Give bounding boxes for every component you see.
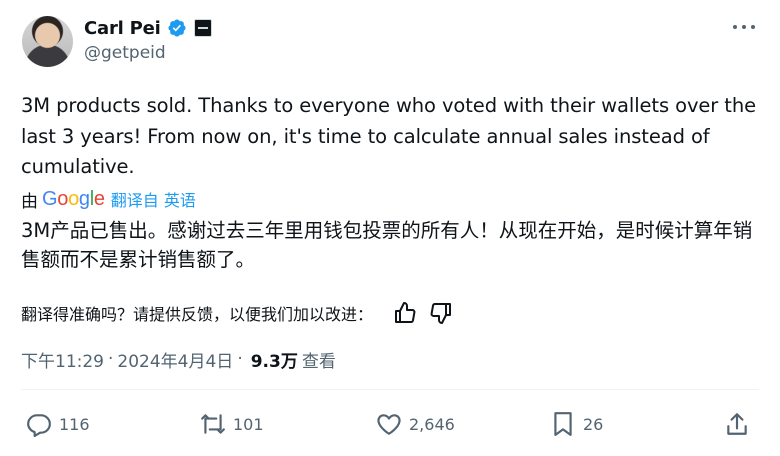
verified-badge-icon: [168, 19, 186, 37]
views-label: 查看: [301, 351, 336, 372]
bookmark-count: 26: [583, 414, 604, 434]
repost-button[interactable]: 101: [200, 405, 264, 443]
tweet-text: 3M products sold. Thanks to everyone who…: [21, 94, 757, 178]
translated-by: 由 Google 翻译自 英语: [21, 186, 196, 212]
reply-count: 116: [59, 414, 90, 434]
translated-text: 3M产品已售出。感谢过去三年里用钱包投票的所有人！从现在开始，是时候计算年销售额…: [21, 219, 753, 271]
bookmark-icon: [554, 412, 572, 436]
avatar[interactable]: [22, 16, 73, 67]
feedback-question: 翻译得准确吗？请提供反馈，以便我们加以改进：: [21, 305, 374, 324]
share-icon: [727, 413, 747, 435]
google-logo: Google: [42, 187, 105, 210]
like-icon: [377, 414, 401, 435]
repost-count: 101: [233, 414, 264, 434]
divider: [21, 389, 759, 390]
thumbs-up-icon[interactable]: [393, 301, 417, 325]
translated-from-link[interactable]: 翻译自 英语: [111, 187, 196, 211]
translated-by-label: 由: [21, 191, 38, 212]
repost-icon: [201, 414, 225, 434]
like-count: 2,646: [409, 414, 455, 434]
share-button[interactable]: [724, 405, 757, 443]
more-icon[interactable]: [730, 18, 758, 36]
thumbs-down-icon[interactable]: [429, 301, 453, 325]
affiliate-badge-icon[interactable]: [193, 19, 212, 37]
display-name[interactable]: Carl Pei: [84, 18, 161, 39]
meta-separator: ·: [237, 349, 243, 369]
author-name-row: Carl Pei: [84, 15, 212, 41]
handle[interactable]: @getpeid: [84, 43, 166, 63]
views-count: 9.3万: [250, 351, 298, 372]
tweet-meta: 下午11:29 · 2024年4月4日 · 9.3万 查看: [21, 346, 336, 372]
bookmark-button[interactable]: 26: [550, 405, 603, 443]
reply-icon: [27, 414, 51, 437]
tweet-time[interactable]: 下午11:29: [21, 347, 104, 372]
like-button[interactable]: 2,646: [376, 405, 455, 443]
meta-separator: ·: [108, 349, 114, 369]
tweet-date[interactable]: 2024年4月4日: [117, 347, 233, 372]
reply-button[interactable]: 116: [26, 405, 90, 443]
action-bar: 116 101 2,646 26: [0, 405, 780, 443]
translation-feedback: 翻译得准确吗？请提供反馈，以便我们加以改进：: [21, 300, 453, 326]
